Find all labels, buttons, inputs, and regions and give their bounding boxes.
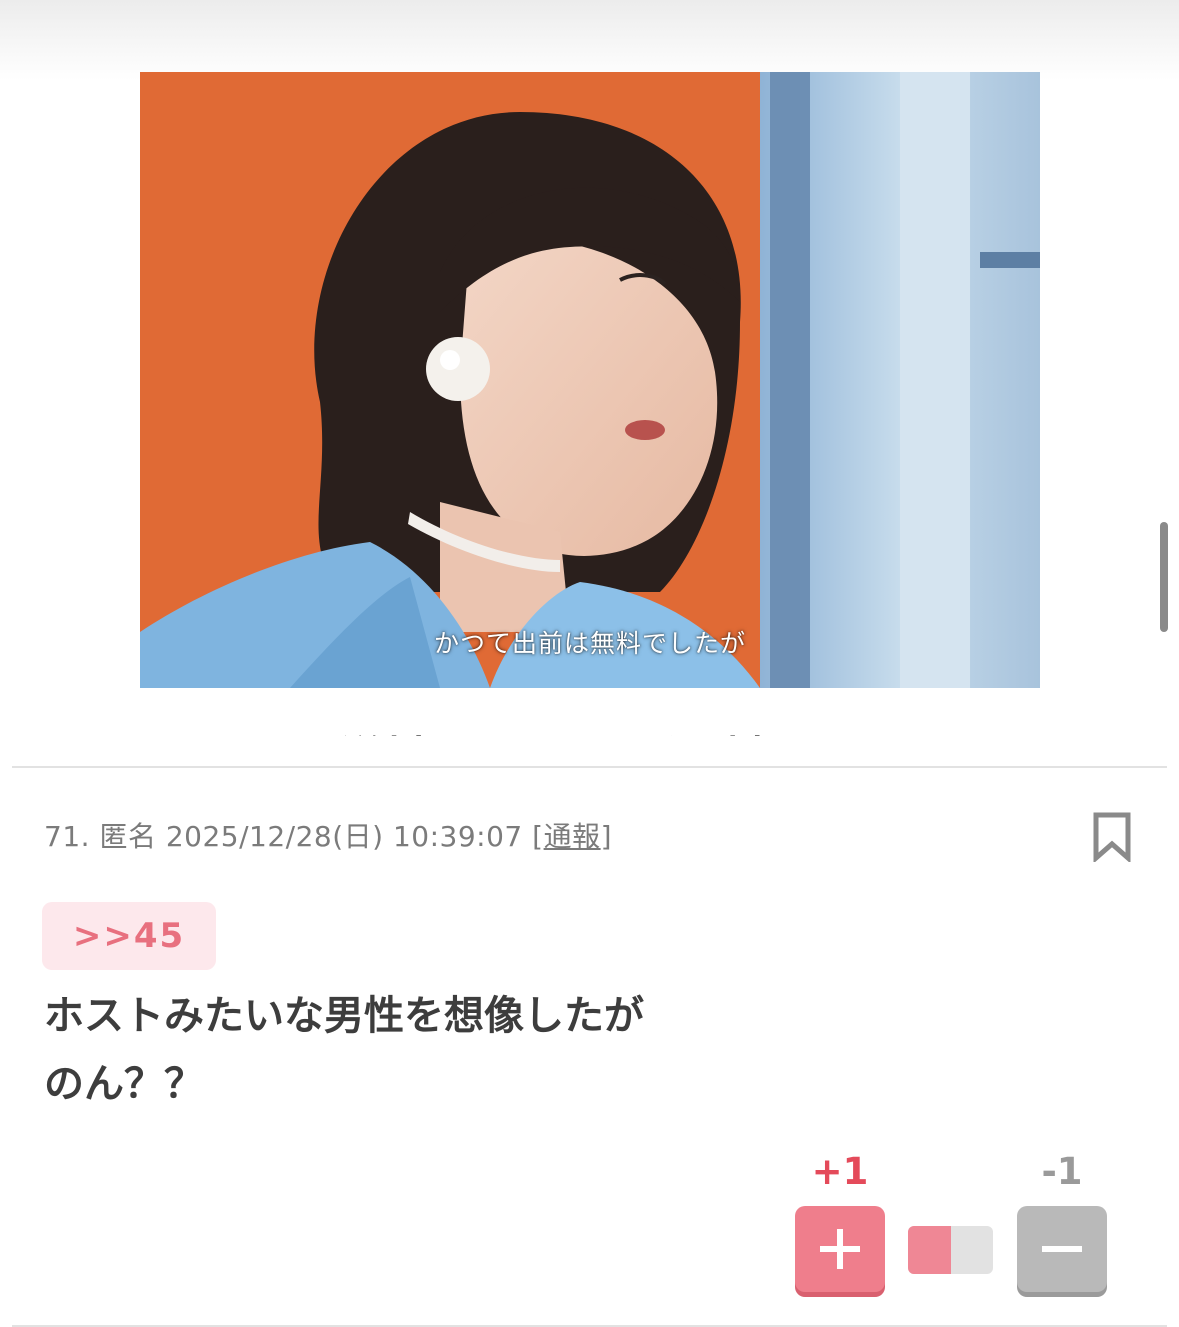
- comment-line: ホストみたいな男性を想像したが: [44, 993, 644, 1039]
- photo-illustration: [140, 72, 1040, 688]
- post-image[interactable]: かつて出前は無料でしたが: [140, 72, 1040, 688]
- plus-vote-count: +1: [811, 1150, 869, 1193]
- post-datetime: 2025/12/28(日) 10:39:07: [165, 820, 523, 853]
- vote-ratio-bar: [908, 1226, 993, 1274]
- scrollbar-thumb[interactable]: [1160, 522, 1168, 632]
- report-link[interactable]: 通報: [544, 820, 601, 853]
- minus-vote-count: -1: [1041, 1150, 1083, 1193]
- image-caption-clip: 送料0円＆サービス料0円: [140, 700, 1040, 736]
- plus-icon: [820, 1229, 860, 1269]
- report-bracket-close: ]: [600, 820, 613, 853]
- comment-line: のん？？: [44, 1061, 204, 1107]
- comment-body: ホストみたいな男性を想像したが のん？？: [44, 982, 644, 1118]
- minus-vote-button[interactable]: [1017, 1206, 1107, 1292]
- image-caption: 送料0円＆サービス料0円: [140, 722, 1040, 736]
- post-number: 71.: [44, 820, 91, 853]
- bookmark-icon[interactable]: [1092, 812, 1132, 864]
- vote-ratio-fill: [908, 1226, 951, 1274]
- top-shadow: [0, 0, 1179, 80]
- post-author: 匿名: [99, 820, 157, 853]
- post-meta: 71. 匿名 2025/12/28(日) 10:39:07 [通報]: [44, 815, 612, 855]
- reply-anchor-link[interactable]: >>45: [42, 902, 216, 970]
- post-divider-top: [12, 766, 1167, 768]
- report-bracket-open: [: [532, 820, 544, 853]
- image-subtitle: かつて出前は無料でしたが: [433, 629, 746, 658]
- plus-vote-button[interactable]: [795, 1206, 885, 1292]
- minus-icon: [1042, 1246, 1082, 1252]
